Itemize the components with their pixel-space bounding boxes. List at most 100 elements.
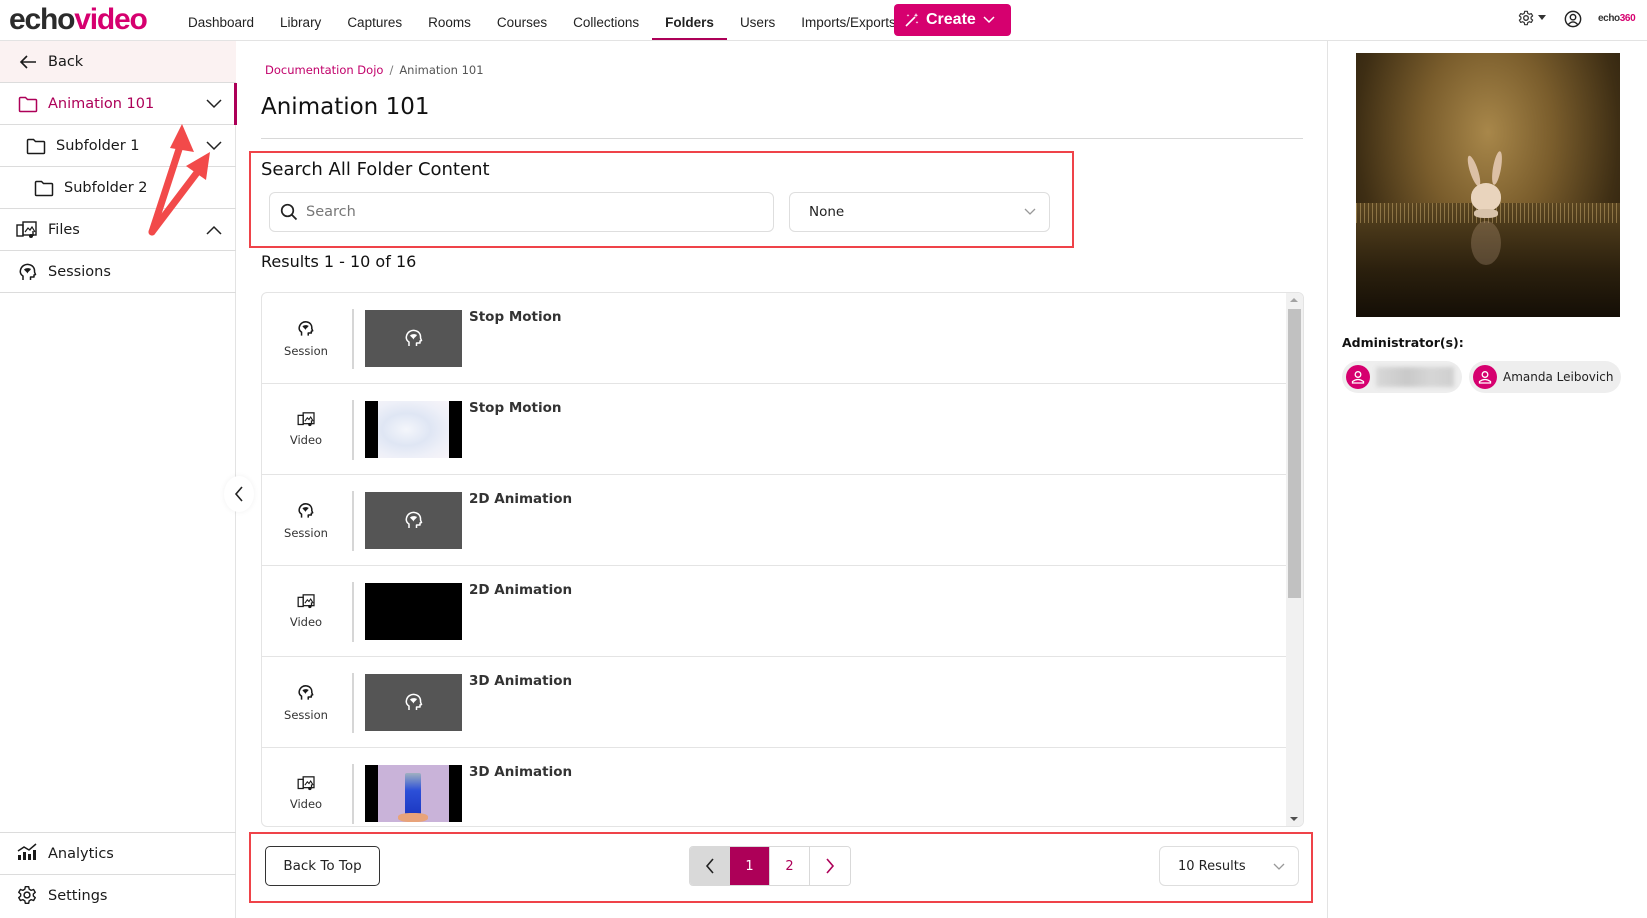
arrow-left-icon xyxy=(17,51,39,73)
item-title[interactable]: Stop Motion xyxy=(469,400,562,416)
sidebar-folder-subfolder-1[interactable]: Subfolder 1 xyxy=(0,125,236,167)
nav-imports-exports[interactable]: Imports/Exports xyxy=(788,0,909,40)
sidebar-sessions[interactable]: Sessions xyxy=(0,251,236,293)
filter-select[interactable]: None xyxy=(789,192,1050,232)
list-item[interactable]: Video Stop Motion xyxy=(262,384,1286,475)
admin-name-redacted xyxy=(1376,367,1454,387)
pagination: 1 2 xyxy=(689,846,851,886)
item-thumbnail[interactable] xyxy=(365,492,462,549)
list-item[interactable]: Video 2D Animation xyxy=(262,566,1286,657)
item-type: Session xyxy=(262,657,350,748)
session-head-icon xyxy=(298,320,314,336)
row-divider xyxy=(352,309,354,369)
media-files-icon xyxy=(297,594,315,609)
chevron-down-icon[interactable] xyxy=(204,136,224,156)
user-avatar-icon xyxy=(1346,365,1370,389)
prev-page-button[interactable] xyxy=(690,847,730,885)
echovideo-logo[interactable]: echovideo xyxy=(9,4,148,36)
gear-icon xyxy=(17,885,37,909)
nav-courses[interactable]: Courses xyxy=(484,0,560,40)
folder-details-panel: Administrator(s): Amanda Leibovich xyxy=(1327,41,1647,918)
admin-chip[interactable] xyxy=(1342,361,1462,393)
title-divider xyxy=(261,138,1303,139)
nav-collections[interactable]: Collections xyxy=(560,0,652,40)
admin-name: Amanda Leibovich xyxy=(1503,370,1614,384)
create-label: Create xyxy=(926,11,976,28)
item-thumbnail[interactable] xyxy=(365,401,462,458)
item-thumbnail[interactable] xyxy=(365,310,462,367)
collapse-sidebar-button[interactable] xyxy=(224,476,254,512)
item-type-label: Session xyxy=(284,343,328,358)
nav-users[interactable]: Users xyxy=(727,0,788,40)
nav-library[interactable]: Library xyxy=(267,0,334,40)
item-thumbnail[interactable] xyxy=(365,583,462,640)
list-item[interactable]: Video 3D Animation xyxy=(262,748,1286,826)
search-input[interactable] xyxy=(306,204,746,220)
sidebar-folder-animation-101[interactable]: Animation 101 xyxy=(0,83,237,125)
folder-label: Animation 101 xyxy=(48,95,155,112)
video-frame xyxy=(378,401,449,458)
folder-icon xyxy=(17,93,39,115)
chevron-up-icon[interactable] xyxy=(204,220,224,240)
cover-reflection xyxy=(1471,221,1501,265)
nav-captures[interactable]: Captures xyxy=(334,0,415,40)
nav-rooms[interactable]: Rooms xyxy=(415,0,484,40)
content-list: Session Stop Motion Video Stop Motion Se… xyxy=(261,292,1304,827)
sessions-label: Sessions xyxy=(48,263,111,280)
caret-down-icon xyxy=(1538,15,1546,20)
item-title[interactable]: Stop Motion xyxy=(469,309,562,325)
user-account-icon[interactable] xyxy=(1564,10,1582,32)
session-head-icon xyxy=(298,684,314,700)
session-head-icon xyxy=(405,329,422,346)
create-button[interactable]: Create xyxy=(894,4,1011,36)
row-divider xyxy=(352,764,354,824)
nav-folders[interactable]: Folders xyxy=(652,0,727,40)
item-title[interactable]: 3D Animation xyxy=(469,673,572,689)
item-thumbnail[interactable] xyxy=(365,674,462,731)
item-thumbnail[interactable] xyxy=(365,765,462,822)
scrollbar-thumb[interactable] xyxy=(1288,309,1301,598)
per-page-value: 10 Results xyxy=(1178,858,1246,874)
analytics-chart-icon xyxy=(17,843,37,865)
cover-bunny-ear xyxy=(1490,150,1504,186)
analytics-label: Analytics xyxy=(48,845,114,862)
page-2-button[interactable]: 2 xyxy=(770,847,810,885)
session-head-icon xyxy=(17,261,39,283)
scroll-down-arrow-icon[interactable] xyxy=(1290,817,1298,821)
magic-wand-icon xyxy=(905,13,919,27)
item-title[interactable]: 2D Animation xyxy=(469,491,572,507)
list-item[interactable]: Session 2D Animation xyxy=(262,475,1286,566)
search-input-container[interactable] xyxy=(269,192,774,232)
next-page-button[interactable] xyxy=(810,847,850,885)
nav-dashboard[interactable]: Dashboard xyxy=(175,0,267,40)
sidebar-files[interactable]: Files xyxy=(0,209,236,251)
cover-bunny-ear xyxy=(1465,154,1483,188)
item-title[interactable]: 2D Animation xyxy=(469,582,572,598)
item-type: Session xyxy=(262,475,350,566)
row-divider xyxy=(352,400,354,460)
media-files-icon xyxy=(297,776,315,791)
list-scrollbar[interactable] xyxy=(1286,293,1303,826)
back-to-top-button[interactable]: Back To Top xyxy=(265,846,380,886)
scroll-up-arrow-icon[interactable] xyxy=(1290,298,1298,302)
item-type-label: Video xyxy=(289,433,323,447)
search-heading: Search All Folder Content xyxy=(261,159,490,180)
sidebar-settings[interactable]: Settings xyxy=(0,874,236,916)
echo360-logo: echo360 xyxy=(1598,13,1636,24)
chevron-right-icon xyxy=(826,858,835,874)
item-title[interactable]: 3D Animation xyxy=(469,764,572,780)
sidebar-analytics[interactable]: Analytics xyxy=(0,832,236,874)
top-navigation-bar: echovideo Dashboard Library Captures Roo… xyxy=(0,0,1647,41)
page-1-button[interactable]: 1 xyxy=(730,847,770,885)
settings-menu[interactable] xyxy=(1518,10,1546,26)
sidebar-folder-subfolder-2[interactable]: Subfolder 2 xyxy=(0,167,236,209)
chevron-down-icon[interactable] xyxy=(204,94,224,114)
video-frame xyxy=(378,765,449,822)
back-button[interactable]: Back xyxy=(0,41,236,83)
list-item[interactable]: Session 3D Animation xyxy=(262,657,1286,748)
list-item[interactable]: Session Stop Motion xyxy=(262,293,1286,384)
breadcrumb-documentation-dojo[interactable]: Documentation Dojo xyxy=(265,63,383,77)
results-per-page-select[interactable]: 10 Results xyxy=(1159,846,1299,886)
main-nav: Dashboard Library Captures Rooms Courses… xyxy=(175,0,909,40)
admin-chip[interactable]: Amanda Leibovich xyxy=(1469,361,1622,393)
